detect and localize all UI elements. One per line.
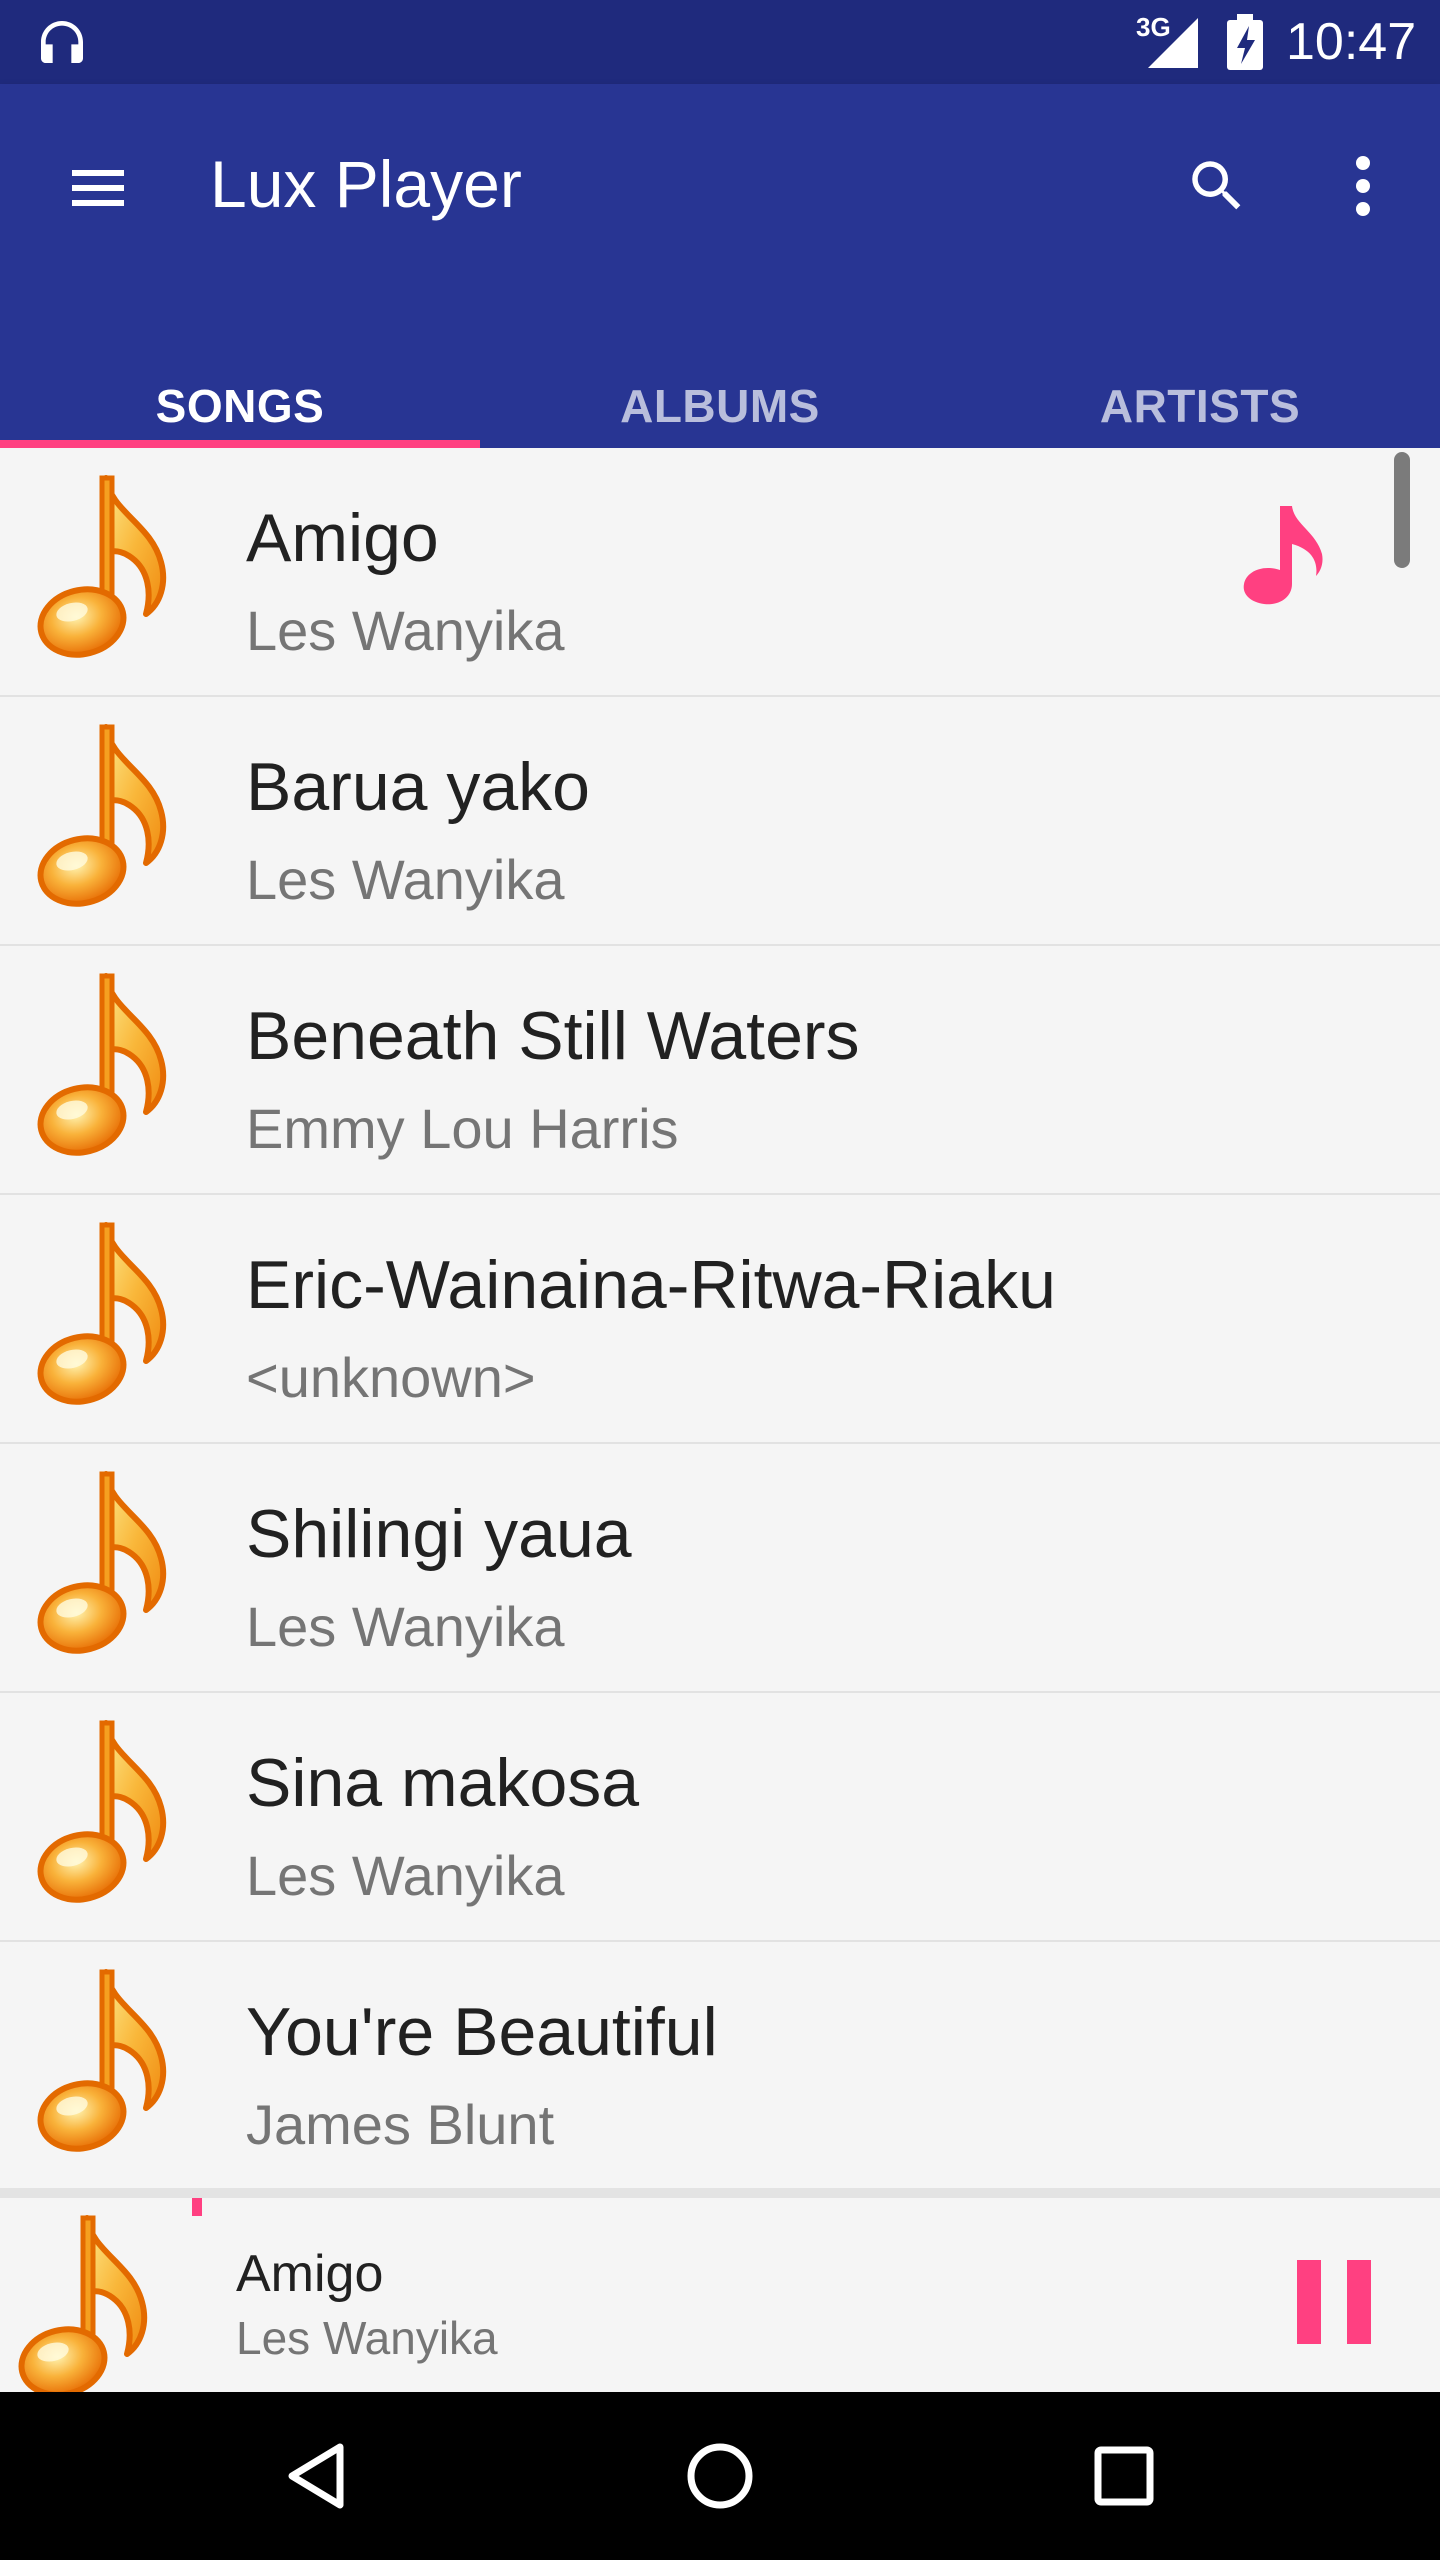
song-row[interactable]: Shilingi yaua Les Wanyika	[0, 1444, 1440, 1693]
song-row[interactable]: Amigo Les Wanyika	[0, 448, 1440, 697]
song-title: Shilingi yaua	[246, 1496, 632, 1572]
song-title: Beneath Still Waters	[246, 998, 860, 1074]
search-button[interactable]	[1175, 144, 1259, 228]
playback-progress	[192, 2198, 202, 2216]
now-playing-title: Amigo	[236, 2245, 384, 2303]
song-title: Sina makosa	[246, 1745, 640, 1821]
home-icon	[687, 2443, 753, 2509]
song-row[interactable]: Beneath Still Waters Emmy Lou Harris	[0, 946, 1440, 1195]
now-playing-bar[interactable]: Amigo Les Wanyika	[0, 2188, 1440, 2392]
search-icon	[1192, 161, 1241, 210]
tab-bar: SONGS ALBUMS ARTISTS	[0, 364, 1440, 448]
recents-button[interactable]	[1074, 2426, 1174, 2526]
music-note-icon	[36, 1966, 190, 2152]
song-artist: <unknown>	[246, 1346, 536, 1409]
song-artist: Les Wanyika	[246, 1595, 565, 1658]
music-note-icon	[36, 1468, 190, 1654]
song-row[interactable]: You're Beautiful James Blunt	[0, 1942, 1440, 2188]
song-title: You're Beautiful	[246, 1994, 718, 2070]
tab-albums[interactable]: ALBUMS	[480, 364, 960, 448]
music-note-icon	[36, 472, 190, 658]
song-title: Barua yako	[246, 749, 590, 825]
tab-artists[interactable]: ARTISTS	[960, 364, 1440, 448]
battery-charging-icon	[1227, 14, 1263, 70]
music-note-icon	[14, 2212, 174, 2398]
song-artist: James Blunt	[246, 2093, 555, 2156]
tab-songs[interactable]: SONGS	[0, 364, 480, 448]
back-icon	[288, 2443, 344, 2509]
now-playing-artist: Les Wanyika	[236, 2312, 498, 2364]
menu-icon	[72, 170, 124, 206]
headphones-icon	[41, 21, 83, 63]
system-nav-bar	[0, 2392, 1440, 2560]
song-list[interactable]: Amigo Les Wanyika Barua yako Les Wanyika…	[0, 448, 1440, 2188]
song-row[interactable]: Eric-Wainaina-Ritwa-Riaku <unknown>	[0, 1195, 1440, 1444]
song-title: Amigo	[246, 500, 439, 576]
menu-button[interactable]	[58, 148, 138, 228]
song-title: Eric-Wainaina-Ritwa-Riaku	[246, 1247, 1056, 1323]
song-row[interactable]: Barua yako Les Wanyika	[0, 697, 1440, 946]
music-note-icon	[36, 970, 190, 1156]
more-vert-icon	[1356, 156, 1370, 216]
music-note-playing-icon	[1243, 506, 1323, 605]
song-row[interactable]: Sina makosa Les Wanyika	[0, 1693, 1440, 1942]
status-bar: 3G 10:47	[0, 0, 1440, 84]
home-button[interactable]	[670, 2426, 770, 2526]
song-artist: Emmy Lou Harris	[246, 1097, 679, 1160]
song-artist: Les Wanyika	[246, 848, 565, 911]
back-button[interactable]	[266, 2426, 366, 2526]
pause-icon[interactable]	[1285, 2252, 1385, 2352]
tab-indicator	[0, 440, 480, 448]
overflow-menu-button[interactable]	[1325, 144, 1401, 228]
app-bar: Lux Player SONGS ALBUMS ARTISTS	[0, 84, 1440, 448]
music-note-icon	[36, 1717, 190, 1903]
network-type-label: 3G	[1136, 12, 1171, 42]
music-note-icon	[36, 721, 190, 907]
status-time: 10:47	[1286, 13, 1417, 71]
song-artist: Les Wanyika	[246, 1844, 565, 1907]
recents-icon	[1094, 2446, 1154, 2506]
app-title: Lux Player	[210, 147, 522, 221]
list-scrollbar[interactable]	[1394, 452, 1410, 568]
music-note-icon	[36, 1219, 190, 1405]
song-artist: Les Wanyika	[246, 599, 565, 662]
